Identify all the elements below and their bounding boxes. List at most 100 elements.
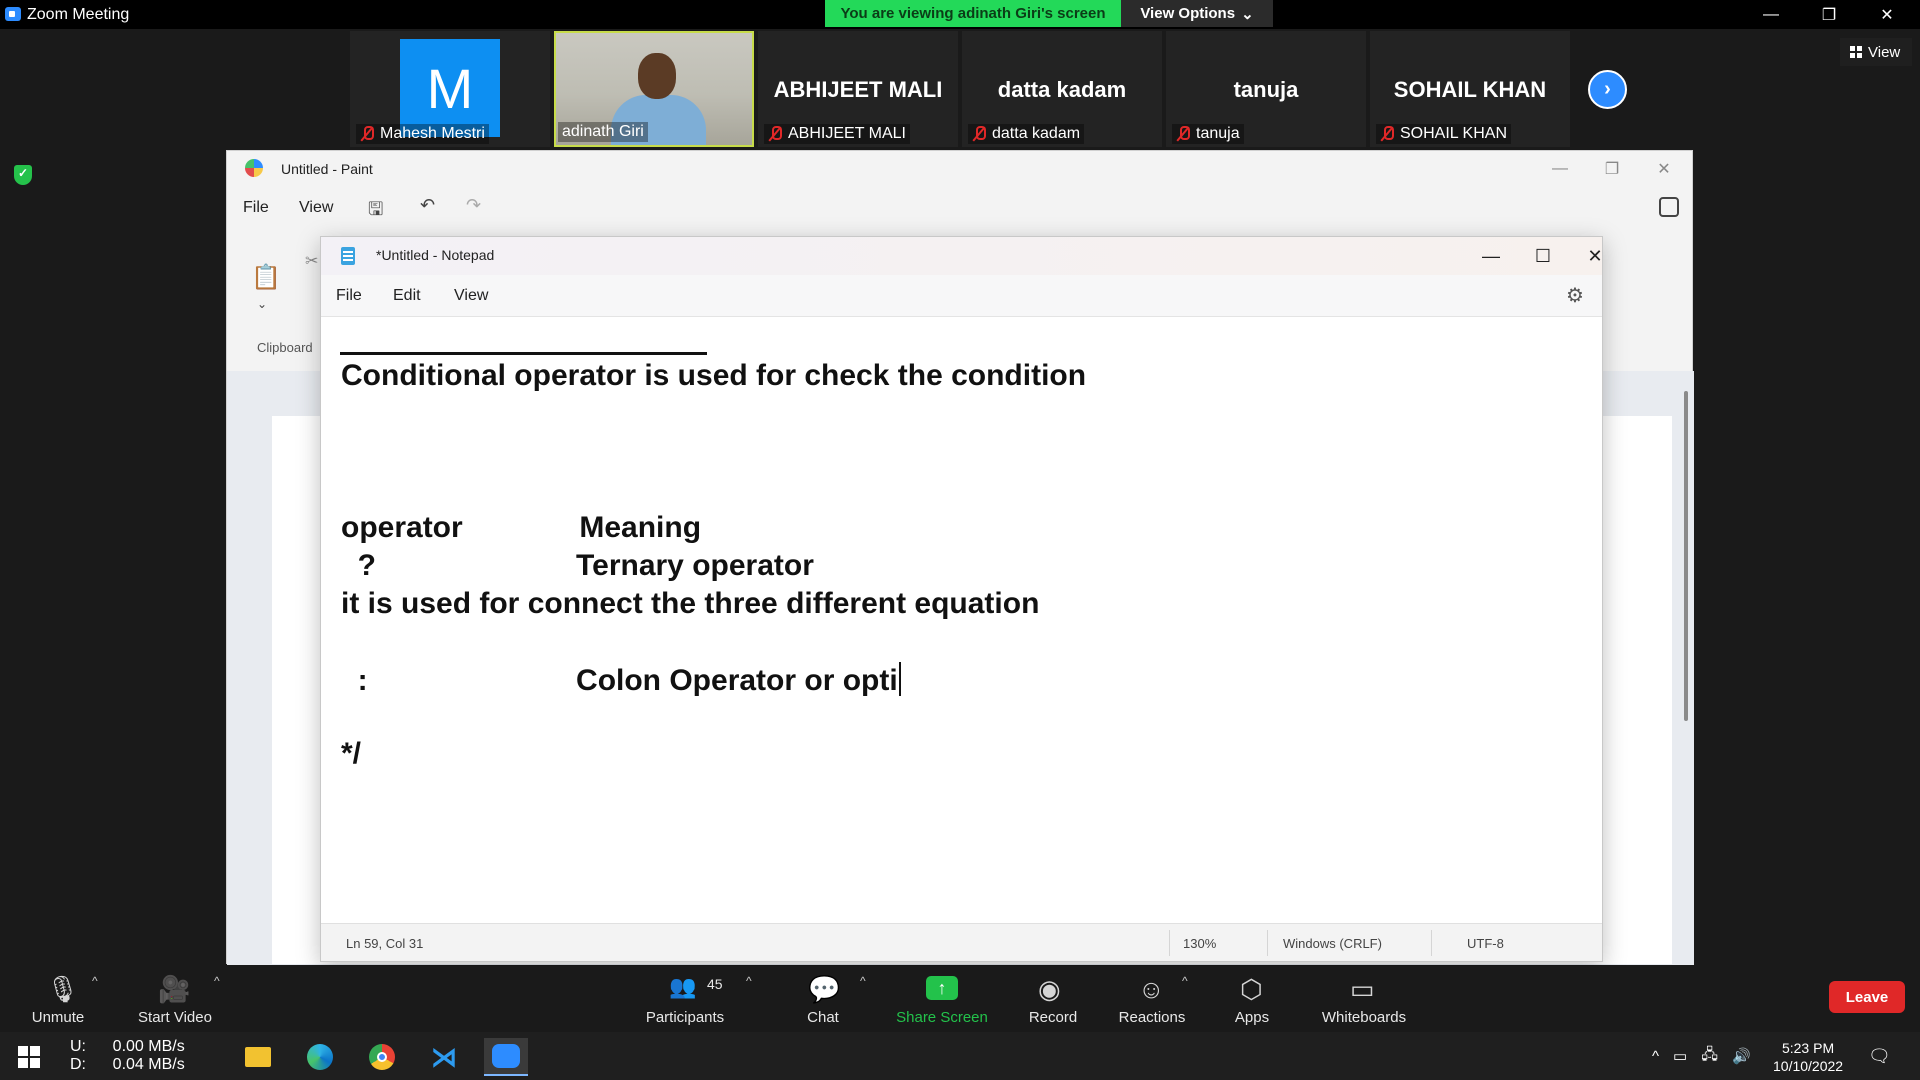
taskbar-clock[interactable]: 5:23 PM 10/10/2022 [1773, 1039, 1843, 1075]
participants-caret-icon[interactable]: ^ [746, 974, 752, 988]
chat-icon: 💬 [808, 974, 841, 1004]
participant-video-tile[interactable]: adinath Giri [554, 31, 754, 147]
cut-icon[interactable]: ✂ [305, 251, 318, 271]
network-icon[interactable]: 🖧 [1701, 1044, 1718, 1069]
notepad-text-area[interactable]: Conditional operator is used for check t… [341, 325, 1582, 915]
meeting-toolbar: 🎙 Unmute ^ 🎥 Start Video ^ 👥 45 Particip… [0, 966, 1920, 1032]
record-label: Record [1028, 1009, 1078, 1026]
participant-display-name: SOHAIL KHAN [1393, 77, 1547, 102]
battery-icon[interactable]: ▭ [1673, 1047, 1687, 1065]
share-screen-icon: ↑ [926, 976, 958, 1000]
file-explorer-icon[interactable] [236, 1038, 280, 1076]
volume-icon[interactable]: 🔊 [1732, 1047, 1751, 1065]
start-video-button[interactable]: 🎥 Start Video [130, 966, 220, 1032]
edge-icon[interactable] [298, 1038, 342, 1076]
redo-icon[interactable]: ↷ [466, 195, 481, 216]
reactions-button[interactable]: ☺ Reactions [1114, 966, 1190, 1032]
chat-caret-icon[interactable]: ^ [860, 974, 866, 988]
participant-tile[interactable]: tanuja tanuja [1166, 31, 1366, 147]
vscode-icon[interactable]: ⋊ [422, 1038, 466, 1076]
show-hidden-icons-icon[interactable]: ^ [1652, 1048, 1659, 1065]
notepad-window: *Untitled - Notepad — ☐ ✕ File Edit View… [320, 236, 1603, 962]
paint-menu-view[interactable]: View [299, 199, 333, 217]
view-options-button[interactable]: View Options ⌄ [1121, 0, 1273, 27]
reactions-caret-icon[interactable]: ^ [1182, 974, 1188, 988]
audio-options-caret-icon[interactable]: ^ [92, 974, 98, 988]
windows-start-icon[interactable] [18, 1046, 40, 1068]
apps-button[interactable]: ⬡ Apps [1228, 966, 1276, 1032]
participant-tile[interactable]: datta kadam datta kadam [962, 31, 1162, 147]
grid-view-icon [1850, 46, 1862, 58]
chat-label: Chat [807, 1009, 839, 1026]
muted-mic-icon: 🎙 [46, 974, 80, 1004]
text-line: : Colon Operator or opti [341, 664, 898, 697]
paint-logo-icon [245, 159, 263, 177]
share-screen-button[interactable]: ↑ Share Screen [890, 966, 994, 1032]
unmute-button[interactable]: 🎙 Unmute [18, 966, 98, 1032]
apps-icon: ⬡ [1240, 974, 1263, 1004]
participant-tile[interactable]: SOHAIL KHAN SOHAIL KHAN [1370, 31, 1570, 147]
muted-mic-icon [1380, 126, 1394, 142]
notifications-icon[interactable]: 🗨 [1868, 1046, 1891, 1067]
muted-mic-icon [1176, 126, 1190, 142]
notepad-minimize-icon[interactable]: — [1465, 241, 1517, 271]
text-line: */ [341, 737, 362, 770]
whiteboard-icon: ▭ [1350, 974, 1375, 1004]
chrome-icon[interactable] [360, 1038, 404, 1076]
paint-minimize-icon[interactable]: — [1535, 155, 1585, 183]
close-icon[interactable]: ✕ [1858, 0, 1916, 29]
line-ending: Windows (CRLF) [1283, 936, 1382, 951]
record-button[interactable]: ◉ Record [1020, 966, 1086, 1032]
text-line: operator Meaning [341, 511, 702, 544]
notepad-menubar [321, 275, 1602, 317]
paint-restore-icon[interactable]: ❐ [1587, 155, 1637, 183]
zoom-icon[interactable] [484, 1038, 528, 1076]
save-icon[interactable]: 🖫 [368, 197, 383, 227]
participant-label: SOHAIL KHAN [1376, 124, 1511, 144]
notepad-close-icon[interactable]: ✕ [1569, 241, 1621, 271]
clock-time: 5:23 PM [1781, 1040, 1835, 1056]
participants-icon: 👥 [669, 974, 697, 999]
participant-name: tanuja [1196, 125, 1240, 142]
gear-icon[interactable]: ⚙ [1566, 283, 1584, 308]
participant-name: SOHAIL KHAN [1400, 125, 1507, 142]
participants-button[interactable]: 👥 45 Participants [637, 966, 733, 1032]
view-layout-label: View [1868, 43, 1901, 61]
paint-menu-file[interactable]: File [243, 199, 269, 217]
participant-tile[interactable]: M Mahesh Mestri [350, 31, 550, 147]
participant-tile[interactable]: ABHIJEET MALI ABHIJEET MALI [758, 31, 958, 147]
paste-chevron-icon[interactable]: ⌄ [257, 297, 267, 311]
security-shield-icon[interactable] [14, 165, 32, 185]
view-layout-button[interactable]: View [1840, 38, 1912, 66]
text-line: ? Ternary operator [341, 549, 814, 582]
text-caret [898, 662, 901, 696]
paste-icon[interactable]: 📋 [251, 263, 281, 292]
paint-title: Untitled - Paint [281, 161, 373, 177]
notepad-maximize-icon[interactable]: ☐ [1517, 241, 1569, 271]
notepad-menu-edit[interactable]: Edit [393, 287, 421, 305]
participant-label: ABHIJEET MALI [764, 124, 910, 144]
minimize-icon[interactable]: — [1742, 0, 1800, 29]
notepad-menu-file[interactable]: File [336, 287, 362, 305]
participant-name: datta kadam [992, 125, 1081, 142]
participant-display-name: tanuja [1233, 77, 1299, 102]
participant-name: ABHIJEET MALI [788, 125, 906, 142]
share-icon[interactable] [1659, 197, 1679, 217]
system-tray: ^ ▭ 🖧 🔊 [1652, 1032, 1751, 1080]
whiteboards-label: Whiteboards [1321, 1009, 1407, 1026]
viewing-banner: You are viewing adinath Giri's screen [825, 0, 1121, 27]
window-title: Zoom Meeting [27, 6, 130, 23]
video-person-head [638, 53, 676, 99]
notepad-menu-view[interactable]: View [454, 287, 488, 305]
undo-icon[interactable]: ↶ [420, 195, 435, 216]
video-options-caret-icon[interactable]: ^ [214, 974, 220, 988]
avatar: M [400, 39, 500, 137]
paint-scrollbar[interactable] [1684, 391, 1688, 721]
restore-icon[interactable]: ❐ [1800, 0, 1858, 29]
paint-close-icon[interactable]: ✕ [1639, 155, 1689, 183]
leave-button[interactable]: Leave [1829, 981, 1905, 1013]
start-video-label: Start Video [138, 1009, 212, 1026]
chat-button[interactable]: 💬 Chat [796, 966, 850, 1032]
next-page-arrow-icon[interactable]: › [1588, 70, 1627, 109]
whiteboards-button[interactable]: ▭ Whiteboards [1318, 966, 1410, 1032]
